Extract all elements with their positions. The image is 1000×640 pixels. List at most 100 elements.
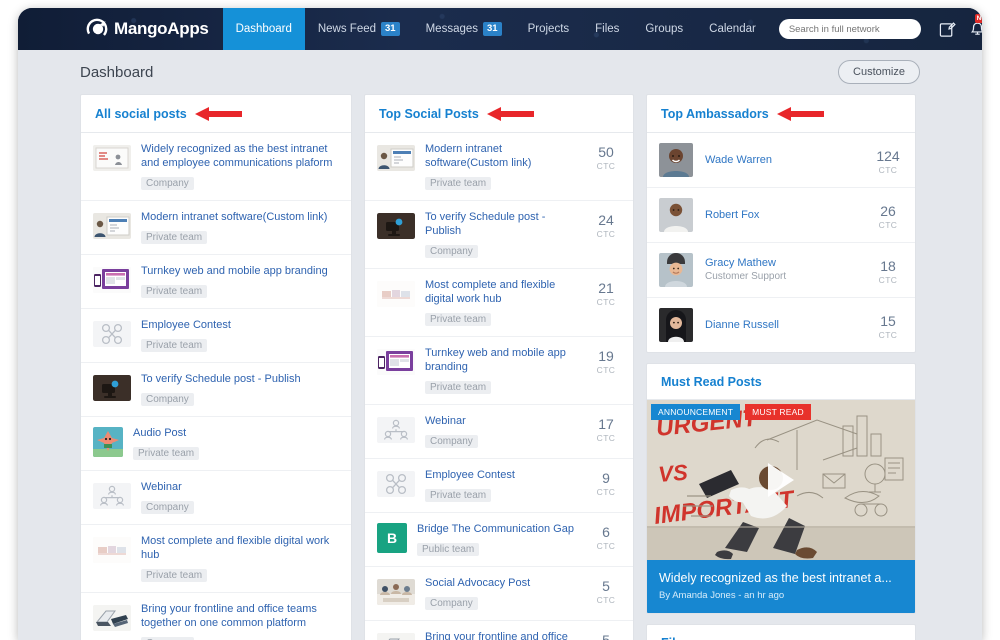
nav-item-dashboard[interactable]: Dashboard [222,8,305,50]
nav-item-projects[interactable]: Projects [515,8,583,50]
list-item[interactable]: Widely recognized as the best intranet a… [81,133,351,201]
ambassador-name[interactable]: Wade Warren [705,153,861,167]
nav-label: Groups [645,23,684,35]
post-thumbnail-laptop [377,633,415,640]
post-count: 5 CTC [591,576,621,605]
customize-button[interactable]: Customize [838,60,920,84]
count-unit: CTC [596,161,616,171]
avatar [659,253,693,287]
list-item[interactable]: Employee Contest Private team 9 CTC [365,459,633,513]
list-item[interactable]: Webinar Company 17 CTC [365,405,633,459]
card-top-ambassadors: Top Ambassadors Wade Warren 124 CTC Robe… [646,94,916,353]
post-title[interactable]: Bring your frontline and office teams to… [141,602,339,630]
post-title[interactable]: Bridge The Communication Gap [417,522,581,536]
nav-label: News Feed [317,23,377,35]
post-thumbnail-camera [377,213,415,239]
top-ambassadors-list: Wade Warren 124 CTC Robert Fox 26 CTC Gr… [647,133,915,352]
post-title[interactable]: Widely recognized as the best intranet a… [141,142,339,170]
list-item[interactable]: Modern intranet software(Custom link) Pr… [81,201,351,255]
post-title[interactable]: To verify Schedule post - Publish [425,210,581,238]
nav-item-messages[interactable]: Messages 31 [413,8,515,50]
post-title[interactable]: Modern intranet software(Custom link) [425,142,581,170]
page-header: Dashboard Customize [18,50,982,94]
list-item[interactable]: Most complete and flexible digital work … [365,269,633,337]
list-item[interactable]: Bring your frontline and office teams to… [81,593,351,640]
post-title[interactable]: Modern intranet software(Custom link) [141,210,339,224]
ambassador-name[interactable]: Robert Fox [705,208,861,222]
list-item[interactable]: Turnkey web and mobile app branding Priv… [81,255,351,309]
list-item[interactable]: Social Advocacy Post Company 5 CTC [365,567,633,621]
count-value: 15 [880,312,896,329]
post-thumbnail-camera [93,375,131,401]
count-value: 18 [880,257,896,274]
top-navigation-bar: MangoApps Dashboard News Feed 31 Message… [18,8,982,50]
post-title[interactable]: Most complete and flexible digital work … [425,278,581,306]
list-item[interactable]: Most complete and flexible digital work … [81,525,351,593]
post-title[interactable]: Social Advocacy Post [425,576,581,590]
letter-tile-label: B [386,530,398,546]
search-input[interactable] [778,19,921,39]
post-title[interactable]: Employee Contest [141,318,339,332]
list-item[interactable]: Modern intranet software(Custom link) Pr… [365,133,633,201]
ambassador-name[interactable]: Gracy Mathew [705,256,861,270]
list-item[interactable]: To verify Schedule post - Publish Compan… [81,363,351,417]
nav-item-files[interactable]: Files [582,8,632,50]
list-item[interactable]: Gracy Mathew Customer Support 18 CTC [647,243,915,298]
post-title[interactable]: To verify Schedule post - Publish [141,372,339,386]
list-item[interactable]: To verify Schedule post - Publish Compan… [365,201,633,269]
primary-nav: Dashboard News Feed 31 Messages 31 Proje… [222,8,769,50]
card-header: Top Social Posts [365,95,633,133]
mangoapps-logo-icon [86,18,108,40]
list-item[interactable]: Audio Post Private team [81,417,351,471]
list-item[interactable]: Dianne Russell 15 CTC [647,298,915,352]
avatar [659,198,693,232]
post-title[interactable]: Most complete and flexible digital work … [141,534,339,562]
list-item[interactable]: B Bridge The Communication Gap Public te… [365,513,633,567]
post-thumbnail-contest-icon [377,471,415,497]
nav-label: Projects [527,23,570,35]
list-item[interactable]: Turnkey web and mobile app branding Priv… [365,337,633,405]
post-team: Private team [425,489,492,502]
card-header: All social posts [81,95,351,133]
nav-item-news-feed[interactable]: News Feed 31 [305,8,413,50]
must-read-caption[interactable]: Widely recognized as the best intranet a… [647,560,915,613]
list-item[interactable]: Employee Contest Private team [81,309,351,363]
post-title[interactable]: Audio Post [133,426,339,440]
post-team: Private team [425,313,492,326]
nav-badge-news-feed: 31 [381,22,400,36]
post-title[interactable]: Bring your frontline and office teams to… [425,630,581,640]
compose-icon[interactable] [939,21,956,38]
must-read-meta: By Amanda Jones - an hr ago [659,590,785,601]
post-title[interactable]: Webinar [425,414,581,428]
play-button-icon[interactable] [768,463,794,497]
post-thumbnail-office [377,145,415,171]
post-title[interactable]: Employee Contest [425,468,581,482]
card-header: Top Ambassadors [647,95,915,133]
post-title[interactable]: Webinar [141,480,339,494]
brand-logo[interactable]: MangoApps [18,8,223,50]
count-value: 24 [598,212,614,228]
post-thumbnail-whiteboard [93,145,131,171]
post-thumbnail-purple-app [93,267,131,293]
post-team: Company [425,245,478,258]
post-thumbnail-letter-tile: B [377,523,407,553]
ambassador-count: 124 CTC [873,146,903,175]
nav-item-groups[interactable]: Groups [632,8,696,50]
post-title[interactable]: Turnkey web and mobile app branding [425,346,581,374]
list-item[interactable]: Webinar Company [81,471,351,525]
status-badge-must-read: MUST READ [745,404,811,420]
nav-item-calendar[interactable]: Calendar [696,8,769,50]
annotation-arrow-icon [486,106,535,122]
bell-icon[interactable]: NEW [970,13,982,38]
ambassador-role: Customer Support [705,271,787,282]
list-item[interactable]: Robert Fox 26 CTC [647,188,915,243]
must-read-media[interactable]: ANNOUNCEMENT MUST READ URGENT VS IMPORTA… [647,400,915,560]
ambassador-name[interactable]: Dianne Russell [705,318,861,332]
post-title[interactable]: Turnkey web and mobile app branding [141,264,339,278]
list-item[interactable]: Bring your frontline and office teams to… [365,621,633,640]
nav-icon-group: NEW 1 [927,8,982,50]
card-title: Files [661,636,690,640]
brand-name: MangoApps [114,19,209,38]
avatar [659,143,693,177]
list-item[interactable]: Wade Warren 124 CTC [647,133,915,188]
